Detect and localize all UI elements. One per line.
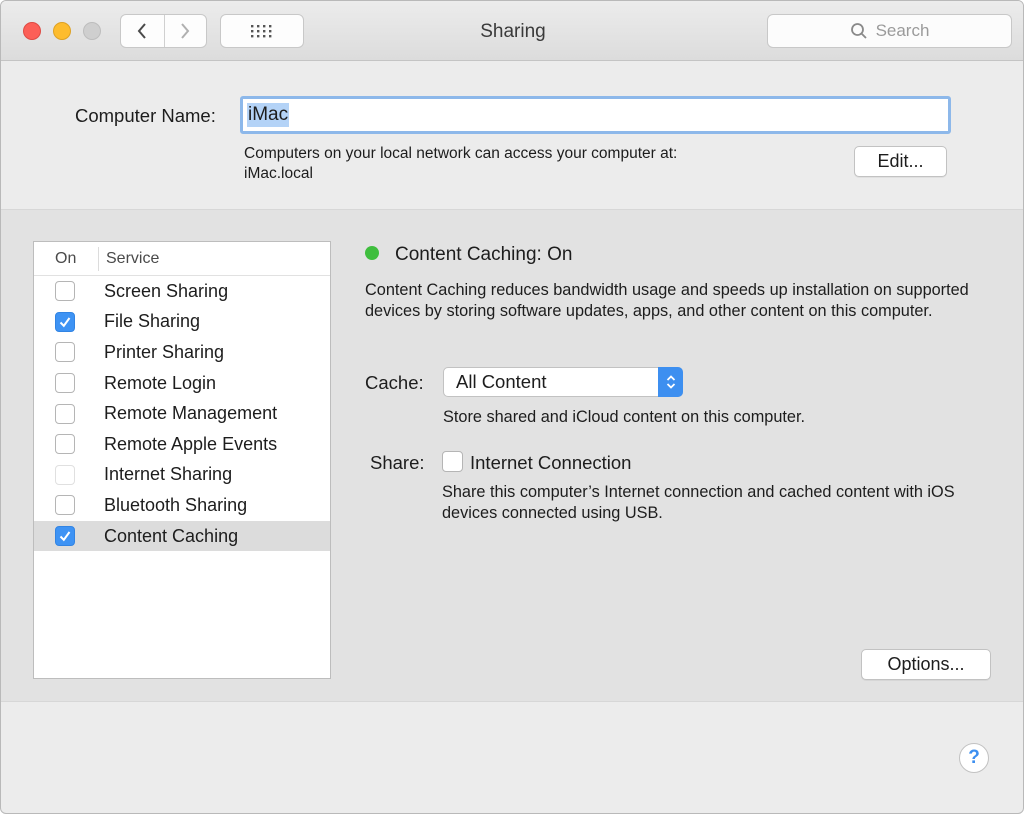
service-row[interactable]: File Sharing <box>34 307 330 338</box>
share-caption: Share this computer’s Internet connectio… <box>442 483 955 522</box>
popup-arrows-icon <box>658 367 683 397</box>
cache-caption: Store shared and iCloud content on this … <box>443 408 806 426</box>
service-row[interactable]: Remote Management <box>34 398 330 429</box>
service-name: Content Caching <box>104 525 239 546</box>
service-checkbox[interactable] <box>55 403 75 424</box>
service-checkbox[interactable] <box>55 495 75 516</box>
services-section: On Service Screen Sharing File Sharing Pri… <box>1 209 1023 702</box>
computer-name-value: iMac <box>247 103 290 127</box>
service-checkbox[interactable] <box>55 342 75 363</box>
computer-name-section: Computer Name: iMac Computers on your lo… <box>1 61 1023 209</box>
service-name: Printer Sharing <box>104 341 225 362</box>
service-checkbox[interactable] <box>55 311 75 332</box>
local-hostname: iMac.local <box>244 165 313 182</box>
checkmark-icon <box>59 317 71 328</box>
options-button[interactable]: Options... <box>861 649 991 680</box>
services-table: On Service Screen Sharing File Sharing Pri… <box>33 241 331 679</box>
service-name: Internet Sharing <box>104 464 233 485</box>
title-bar: Sharing Search <box>1 1 1023 61</box>
service-name: Bluetooth Sharing <box>104 494 248 515</box>
service-status: Content Caching: On <box>395 244 573 265</box>
computer-name-caption: Computers on your local network can acce… <box>244 144 677 184</box>
internet-connection-checkbox[interactable] <box>442 451 463 472</box>
service-checkbox[interactable] <box>55 373 75 394</box>
computer-name-label: Computer Name: <box>75 105 216 126</box>
service-checkbox[interactable] <box>55 434 75 455</box>
share-label: Share: <box>370 452 425 473</box>
services-list: Screen Sharing File Sharing Printer Sharin… <box>34 276 330 552</box>
service-row[interactable]: Bluetooth Sharing <box>34 490 330 521</box>
services-table-header: On Service <box>34 242 330 276</box>
cache-popup[interactable]: All Content <box>443 367 683 397</box>
service-checkbox[interactable] <box>55 281 75 302</box>
edit-button[interactable]: Edit... <box>854 146 947 177</box>
local-network-caption: Computers on your local network can acce… <box>244 145 678 162</box>
service-description: Content Caching reduces bandwidth usage … <box>365 281 969 320</box>
service-name: Remote Apple Events <box>104 433 278 454</box>
service-name: Screen Sharing <box>104 280 229 301</box>
service-name: Remote Management <box>104 403 278 424</box>
search-field[interactable]: Search <box>767 14 1012 48</box>
service-row[interactable]: Content Caching <box>34 520 330 552</box>
service-row[interactable]: Printer Sharing <box>34 337 330 368</box>
cache-popup-value: All Content <box>456 371 547 392</box>
service-row[interactable]: Screen Sharing <box>34 276 330 307</box>
service-row[interactable]: Internet Sharing <box>34 460 330 491</box>
computer-name-field[interactable]: iMac <box>240 96 951 134</box>
service-checkbox[interactable] <box>55 526 75 547</box>
column-header-service[interactable]: Service <box>106 250 159 268</box>
service-row[interactable]: Remote Login <box>34 368 330 399</box>
service-name: File Sharing <box>104 311 201 332</box>
internet-connection-label[interactable]: Internet Connection <box>470 452 631 474</box>
service-name: Remote Login <box>104 372 217 393</box>
sharing-window: Sharing Search Computer Name: iMac Compu… <box>0 0 1024 814</box>
column-separator <box>98 247 99 271</box>
service-row[interactable]: Remote Apple Events <box>34 429 330 460</box>
column-header-on[interactable]: On <box>55 250 76 268</box>
service-checkbox[interactable] <box>55 464 75 485</box>
help-button[interactable]: ? <box>959 743 989 773</box>
search-icon <box>850 23 867 39</box>
search-placeholder: Search <box>875 21 930 40</box>
checkmark-icon <box>59 531 71 542</box>
status-indicator <box>365 246 379 260</box>
cache-label: Cache: <box>365 372 424 393</box>
